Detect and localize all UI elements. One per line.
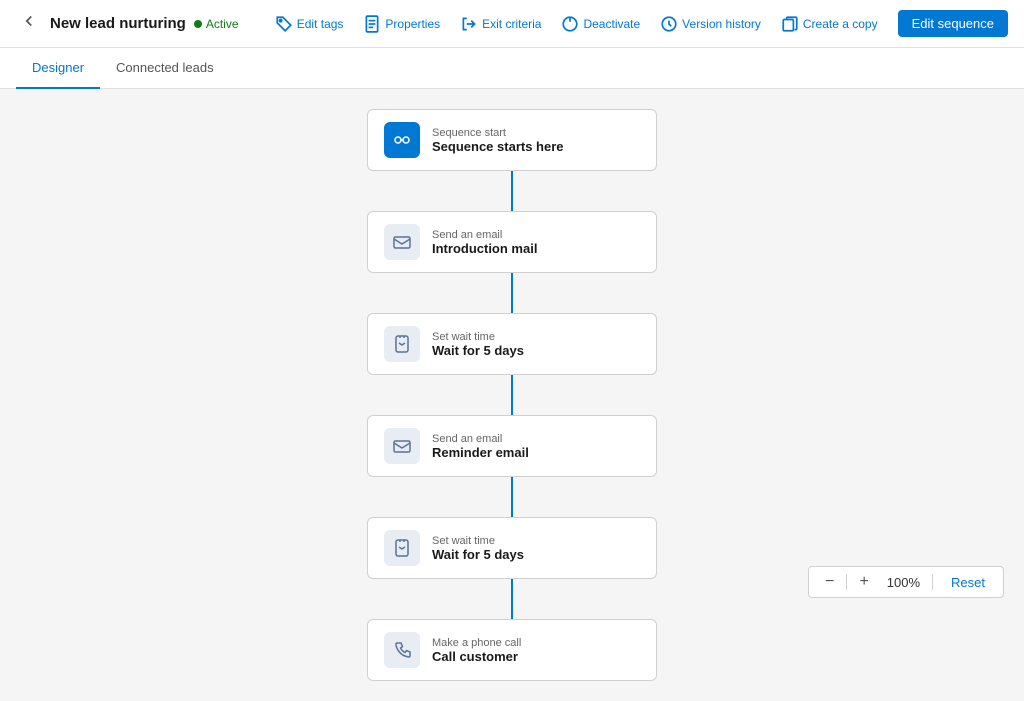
node-content-email-1: Send an emailIntroduction mail	[432, 229, 640, 256]
connector-3	[511, 477, 513, 517]
sequence-node-wait-1[interactable]: Set wait timeWait for 5 days	[367, 313, 657, 375]
sequence-node-email-2[interactable]: Send an emailReminder email	[367, 415, 657, 477]
email-icon	[384, 224, 420, 260]
node-title-phone-1: Call customer	[432, 649, 640, 664]
properties-label: Properties	[385, 17, 440, 31]
node-title-email-2: Reminder email	[432, 445, 640, 460]
status-dot	[194, 20, 202, 28]
node-label-email-2: Send an email	[432, 433, 640, 445]
zoom-separator	[846, 574, 847, 590]
deactivate-button[interactable]: Deactivate	[553, 11, 648, 37]
connector-0	[511, 171, 513, 211]
page-title: New lead nurturing	[50, 15, 186, 32]
node-content-phone-1: Make a phone callCall customer	[432, 637, 640, 664]
status-label: Active	[206, 17, 239, 31]
zoom-separator-2	[932, 574, 933, 590]
sequence-node-email-1[interactable]: Send an emailIntroduction mail	[367, 211, 657, 273]
connector-4	[511, 579, 513, 619]
phone-icon	[384, 632, 420, 668]
header-actions: Edit tags Properties Exit criteria Deact…	[267, 10, 1008, 37]
canvas: Sequence startSequence starts here Send …	[0, 89, 1024, 701]
edit-tags-label: Edit tags	[297, 17, 344, 31]
edit-tags-button[interactable]: Edit tags	[267, 11, 352, 37]
header: New lead nurturing Active Edit tags Prop…	[0, 0, 1024, 48]
node-title-wait-2: Wait for 5 days	[432, 547, 640, 562]
node-content-start: Sequence startSequence starts here	[432, 127, 640, 154]
zoom-out-button[interactable]: −	[819, 571, 840, 593]
node-label-wait-2: Set wait time	[432, 535, 640, 547]
tab-connected-leads[interactable]: Connected leads	[100, 48, 230, 89]
tab-designer[interactable]: Designer	[16, 48, 100, 89]
tabs: Designer Connected leads	[0, 48, 1024, 89]
node-content-wait-1: Set wait timeWait for 5 days	[432, 331, 640, 358]
status-badge: Active	[194, 17, 239, 31]
wait-icon	[384, 530, 420, 566]
start-icon	[384, 122, 420, 158]
sequence-node-start[interactable]: Sequence startSequence starts here	[367, 109, 657, 171]
connector-1	[511, 273, 513, 313]
node-title-wait-1: Wait for 5 days	[432, 343, 640, 358]
sequence-node-phone-1[interactable]: Make a phone callCall customer	[367, 619, 657, 681]
exit-criteria-label: Exit criteria	[482, 17, 541, 31]
version-history-label: Version history	[682, 17, 761, 31]
email-icon	[384, 428, 420, 464]
node-title-email-1: Introduction mail	[432, 241, 640, 256]
wait-icon	[384, 326, 420, 362]
node-label-email-1: Send an email	[432, 229, 640, 241]
sequence-node-wait-2[interactable]: Set wait timeWait for 5 days	[367, 517, 657, 579]
create-copy-label: Create a copy	[803, 17, 878, 31]
create-copy-button[interactable]: Create a copy	[773, 11, 886, 37]
connector-2	[511, 375, 513, 415]
back-button[interactable]	[16, 8, 42, 39]
zoom-in-button[interactable]: +	[853, 571, 874, 593]
node-content-wait-2: Set wait timeWait for 5 days	[432, 535, 640, 562]
node-label-wait-1: Set wait time	[432, 331, 640, 343]
edit-sequence-button[interactable]: Edit sequence	[898, 10, 1008, 37]
properties-button[interactable]: Properties	[355, 11, 448, 37]
zoom-value: 100%	[881, 575, 926, 590]
node-title-start: Sequence starts here	[432, 139, 640, 154]
exit-criteria-button[interactable]: Exit criteria	[452, 11, 549, 37]
version-history-button[interactable]: Version history	[652, 11, 769, 37]
zoom-reset-button[interactable]: Reset	[943, 573, 993, 592]
node-label-phone-1: Make a phone call	[432, 637, 640, 649]
zoom-controls: − + 100% Reset	[808, 566, 1004, 598]
node-content-email-2: Send an emailReminder email	[432, 433, 640, 460]
node-label-start: Sequence start	[432, 127, 640, 139]
deactivate-label: Deactivate	[583, 17, 640, 31]
